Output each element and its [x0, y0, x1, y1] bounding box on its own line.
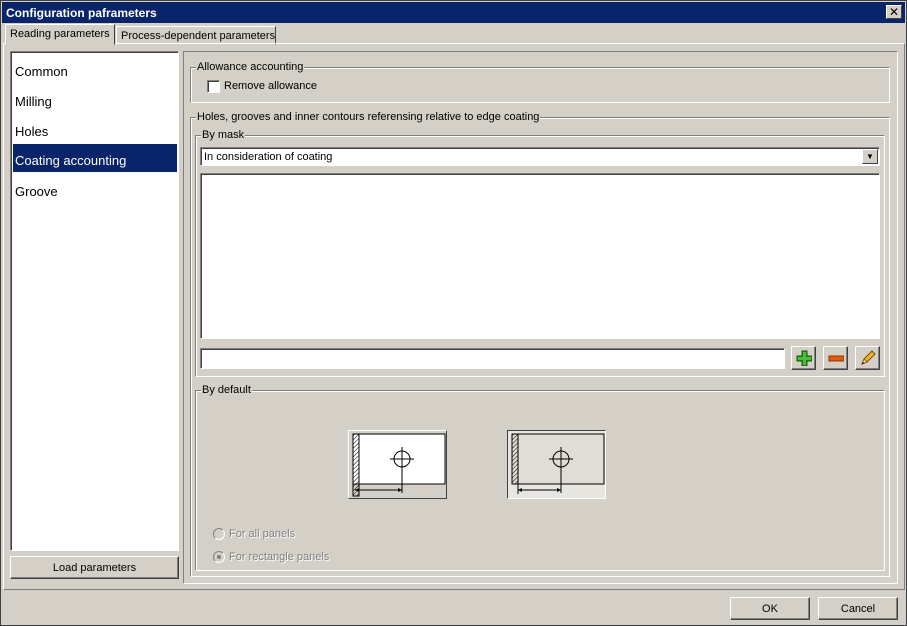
configuration-dialog: Configuration paframeters ✕ Reading para…: [0, 0, 907, 626]
for-rectangle-panels-radio[interactable]: [213, 551, 225, 563]
sidebar-item-coating-accounting[interactable]: Coating accounting: [13, 144, 177, 172]
sidebar-item-label: Milling: [15, 94, 52, 109]
for-rectangle-panels-label: For rectangle panels: [229, 551, 330, 563]
category-list[interactable]: Common Milling Holes Coating accounting …: [10, 51, 179, 551]
cancel-label: Cancel: [840, 602, 876, 615]
mask-input[interactable]: [200, 348, 785, 369]
panel-diagram-icon: [508, 431, 605, 498]
mask-list[interactable]: [200, 173, 880, 339]
sidebar-item-label: Coating accounting: [15, 153, 127, 168]
remove-mask-button[interactable]: [823, 346, 848, 370]
tab-reading-parameters-label: Reading parameters: [10, 28, 110, 40]
plus-icon: [796, 350, 812, 366]
edit-mask-button[interactable]: [855, 346, 880, 370]
mask-mode-value: In consideration of coating: [204, 151, 333, 163]
tab-process-dependent-parameters-label: Process-dependent parameters: [121, 30, 276, 42]
tab-reading-parameters[interactable]: Reading parameters: [5, 24, 115, 45]
for-all-panels-radio[interactable]: [213, 528, 225, 540]
sidebar-item-common[interactable]: Common: [13, 55, 177, 83]
add-mask-button[interactable]: [791, 346, 816, 370]
chevron-down-icon: ▼: [866, 152, 874, 161]
close-icon: ✕: [888, 5, 900, 19]
allowance-accounting-label: Allowance accounting: [196, 61, 305, 73]
sidebar-item-groove[interactable]: Groove: [13, 175, 177, 203]
window-title: Configuration paframeters: [6, 6, 157, 20]
coating-diagram-left[interactable]: [348, 430, 447, 499]
sidebar-item-label: Holes: [15, 124, 49, 139]
coating-diagram-right[interactable]: [507, 430, 606, 499]
holes-referencing-label: Holes, grooves and inner contours refere…: [196, 111, 541, 123]
title-bar: Configuration paframeters ✕: [2, 2, 905, 23]
minus-icon: [828, 355, 844, 362]
ok-button[interactable]: OK: [730, 597, 810, 620]
remove-allowance-checkbox[interactable]: [207, 80, 220, 93]
for-all-panels-label: For all panels: [229, 528, 296, 540]
panel-diagram-icon: [352, 433, 446, 497]
cancel-button[interactable]: Cancel: [818, 597, 898, 620]
sidebar-item-milling[interactable]: Milling: [13, 85, 177, 113]
close-button[interactable]: ✕: [886, 5, 902, 19]
remove-allowance-label: Remove allowance: [224, 80, 317, 92]
ok-label: OK: [762, 602, 778, 615]
sidebar-item-label: Groove: [15, 184, 58, 199]
dropdown-button[interactable]: ▼: [862, 149, 878, 164]
load-parameters-button[interactable]: Load parameters: [10, 556, 179, 579]
pencil-icon: [860, 350, 876, 365]
load-parameters-label: Load parameters: [52, 561, 137, 574]
by-default-label: By default: [201, 384, 252, 396]
mask-mode-select[interactable]: In consideration of coating ▼: [200, 147, 880, 166]
sidebar-item-holes[interactable]: Holes: [13, 115, 177, 143]
sidebar-item-label: Common: [15, 64, 68, 79]
by-mask-label: By mask: [201, 129, 246, 141]
